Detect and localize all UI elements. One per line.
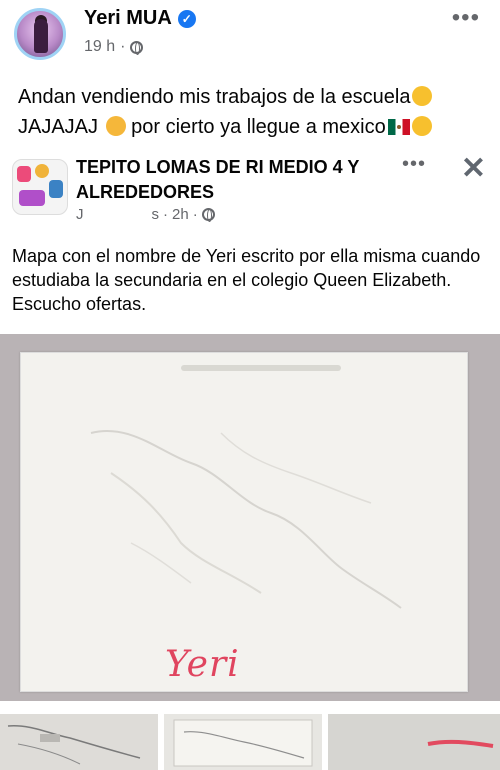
emoji-flushed-icon [105,116,126,136]
thumbnail-map-1 [0,714,158,770]
photo-thumbnails [0,714,500,770]
post-caption: Andan vendiendo mis trabajos de la escue… [18,82,488,142]
post-header: Yeri MUA ✓ 19 h · ••• [0,0,500,70]
shared-author[interactable]: J [76,206,84,223]
shared-time[interactable]: 2h [172,206,189,223]
globe-icon [130,40,144,55]
post-photo[interactable]: Yeri [0,334,500,701]
caption-laugh: JAJAJAJ [18,116,99,138]
globe-icon [201,208,215,222]
shared-separator-2: · [192,206,198,223]
map-outline [90,430,402,609]
post-time[interactable]: 19 h [84,38,115,56]
avatar-figure [34,19,48,53]
map-paper: Yeri [20,352,468,692]
meta-separator: · [120,38,126,55]
thumbnail-map-2 [164,714,322,770]
group-avatar-shape [17,166,31,182]
group-avatar-shape [19,190,45,206]
emoji-grin-icon [412,86,433,106]
shared-post: TEPITO LOMAS DE RI MEDIO 4 Y ALREDEDORES… [0,143,500,770]
more-icon[interactable]: ••• [402,153,426,176]
close-icon[interactable]: ✕ [461,151,486,186]
author-row: Yeri MUA ✓ [84,7,196,30]
author-name[interactable]: Yeri MUA [84,7,172,30]
thumbnail-2[interactable] [164,714,322,770]
group-avatar-shape [49,180,63,198]
thumbnail-map-3 [328,714,500,770]
verified-icon: ✓ [177,9,196,28]
mexico-flag-icon [387,119,410,135]
shared-time-prefix: s [151,206,160,223]
group-avatar-shape [35,164,49,178]
shared-meta: J s · 2h · [76,206,215,223]
caption-line-2: por cierto ya llegue a mexico [125,116,386,138]
post-meta: 19 h · [84,38,144,56]
caption-line-1: Andan vendiendo mis trabajos de la escue… [18,86,411,108]
thumbnail-1[interactable] [0,714,158,770]
author-avatar[interactable] [14,8,66,60]
map-title-blur [181,365,341,371]
thumbnail-3[interactable] [328,714,500,770]
group-name[interactable]: TEPITO LOMAS DE RI MEDIO 4 Y ALREDEDORES [76,155,396,205]
group-avatar[interactable] [12,159,68,215]
yeri-signature: Yeri [165,644,240,685]
shared-separator: · [163,206,168,223]
emoji-love-icon [411,116,432,136]
shared-post-text: Mapa con el nombre de Yeri escrito por e… [12,246,481,314]
more-icon[interactable]: ••• [452,4,480,32]
